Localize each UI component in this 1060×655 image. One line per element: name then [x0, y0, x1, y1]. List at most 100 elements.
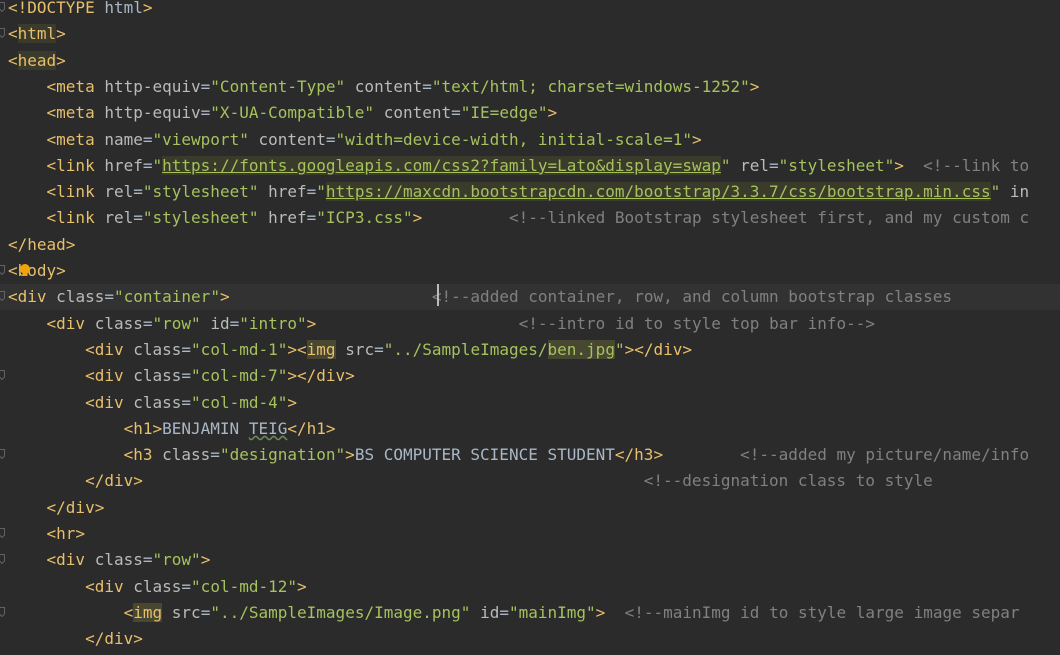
code-line[interactable]: <link href="https://fonts.googleapis.com…	[0, 153, 1060, 179]
code-token: class	[162, 445, 211, 465]
code-token: =	[374, 339, 384, 359]
code-line[interactable]: </div>	[0, 626, 1060, 652]
code-token: rel	[104, 208, 134, 228]
code-token: <!--added container, row, and column boo…	[431, 287, 953, 307]
code-line[interactable]: <div class="col-md-4">	[0, 390, 1060, 416]
code-token: =	[181, 366, 192, 386]
code-line[interactable]: <h1>BENJAMIN TEIG</h1>	[0, 416, 1060, 442]
code-token: =	[325, 129, 336, 149]
code-text: <div class="row">	[8, 547, 211, 573]
intention-bulb-icon[interactable]	[19, 263, 31, 277]
code-line[interactable]: <meta http-equiv="Content-Type" content=…	[0, 74, 1060, 100]
code-line[interactable]: <link rel="stylesheet" href="ICP3.css"> …	[0, 205, 1060, 231]
fold-marker-icon[interactable]	[0, 554, 5, 565]
code-text: <link rel="stylesheet" href="ICP3.css"> …	[8, 205, 1030, 231]
code-token: =	[181, 576, 192, 596]
code-line[interactable]: <div class="col-md-7"></div>	[0, 363, 1060, 389]
code-token: "col-md-4"	[191, 392, 288, 412]
code-line[interactable]: <div class="col-md-1"><img src="../Sampl…	[0, 337, 1060, 363]
code-token: content	[354, 76, 423, 96]
code-token: <div	[85, 576, 134, 596]
code-text: <body>	[8, 258, 66, 284]
fold-marker-icon[interactable]	[0, 291, 5, 302]
code-token: href	[268, 208, 307, 228]
code-token: "stylesheet"	[778, 155, 895, 175]
fold-marker-icon[interactable]	[0, 265, 5, 275]
fold-marker-icon[interactable]	[0, 28, 5, 39]
code-line[interactable]: </div>	[0, 495, 1060, 521]
code-token: <div	[85, 339, 134, 359]
code-token: html	[104, 0, 143, 17]
code-token: "	[316, 182, 326, 202]
code-token: <div	[85, 366, 134, 386]
code-token: =	[306, 208, 317, 228]
code-token: </div>	[297, 366, 355, 386]
code-token: >	[142, 0, 153, 17]
code-text: <div class="container"> <!--added contai…	[8, 284, 952, 310]
code-line[interactable]: <!DOCTYPE html>	[0, 0, 1060, 21]
code-line[interactable]: <body>	[0, 258, 1060, 284]
code-line[interactable]: </div> <!--designation class to style	[0, 468, 1060, 494]
code-text: <hr>	[8, 521, 86, 547]
fold-marker-icon[interactable]	[0, 606, 5, 617]
code-line[interactable]: </head>	[0, 232, 1060, 258]
code-token: <link	[46, 155, 105, 175]
code-text: </div> <!--designation class to style	[8, 468, 933, 494]
code-line[interactable]: <hr>	[0, 521, 1060, 547]
code-token: img	[133, 602, 163, 622]
code-token: =	[229, 313, 240, 333]
code-line[interactable]: <meta name="viewport" content="width=dev…	[0, 127, 1060, 153]
code-line[interactable]: <div class="row">	[0, 547, 1060, 573]
fold-marker-icon[interactable]	[0, 370, 5, 381]
code-token: <	[8, 261, 18, 280]
code-token: >	[894, 155, 904, 175]
code-token: http-equiv	[104, 103, 201, 123]
fold-marker-icon[interactable]	[0, 449, 5, 460]
code-line[interactable]: <h3 class="designation">BS COMPUTER SCIE…	[0, 442, 1060, 468]
code-token: content	[258, 129, 326, 149]
code-token: <h3	[123, 445, 163, 465]
code-token: >	[297, 576, 307, 596]
code-line[interactable]: <html>	[0, 21, 1060, 47]
code-token: >	[691, 129, 702, 149]
code-token: =	[181, 339, 192, 359]
code-token: </div>	[85, 629, 143, 649]
code-line[interactable]: <div class="container"> <!--added contai…	[0, 284, 1060, 311]
code-token: <meta	[46, 76, 105, 96]
code-line[interactable]: <meta http-equiv="X-UA-Compatible" conte…	[0, 100, 1060, 126]
code-token: =	[210, 445, 220, 465]
code-line[interactable]: <link rel="stylesheet" href="https://max…	[0, 179, 1060, 205]
code-token: >	[595, 602, 606, 622]
code-line[interactable]: <div class="row" id="intro"> <!--intro i…	[0, 311, 1060, 337]
code-line[interactable]: <head>	[0, 48, 1060, 74]
code-editor[interactable]: <!DOCTYPE html> <html> <head> <meta http-e…	[0, 0, 1060, 655]
code-text: <link href="https://fonts.googleapis.com…	[8, 153, 1029, 179]
code-token: </h1>	[287, 418, 336, 438]
fold-marker-icon[interactable]	[0, 528, 5, 538]
code-text: </div>	[8, 495, 105, 521]
code-token: rel	[104, 182, 134, 202]
code-token: =	[306, 182, 317, 202]
code-token: "Content-Type"	[210, 76, 346, 96]
code-token: BENJAMIN	[162, 418, 249, 438]
fold-marker-icon[interactable]	[0, 2, 5, 12]
code-token: <!--mainImg id to style large image sepa…	[624, 602, 1020, 622]
code-line[interactable]: <img src="../SampleImages/Image.png" id=…	[0, 600, 1060, 626]
code-token: =	[422, 76, 432, 96]
code-line[interactable]: <div class="col-md-12">	[0, 574, 1060, 600]
code-token: "intro"	[239, 313, 307, 333]
code-token: "container"	[113, 287, 220, 307]
